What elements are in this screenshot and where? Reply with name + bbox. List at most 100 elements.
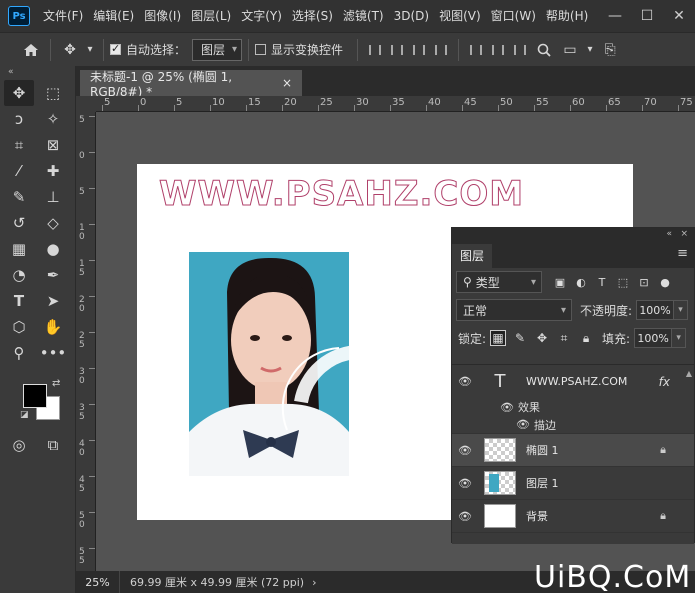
type-tool-icon[interactable]: T [4,288,34,314]
align-center-h-icon[interactable] [386,39,408,61]
align-right-icon[interactable] [408,39,430,61]
gradient-tool-icon[interactable]: ▦ [4,236,34,262]
filter-type-icon[interactable]: T [594,274,610,290]
tab-layers[interactable]: 图层 [452,244,493,268]
share-icon[interactable]: ⎘ [597,37,623,63]
document-tab[interactable]: 未标题-1 @ 25% (椭圆 1, RGB/8#) * × [80,70,302,99]
minimize-button[interactable]: — [599,8,631,24]
menu-type[interactable]: 文字(Y) [236,0,287,32]
foreground-color-swatch[interactable] [23,384,47,408]
filter-pixel-icon[interactable]: ▣ [552,274,568,290]
path-select-tool-icon[interactable]: ➤ [38,288,68,314]
opacity-input[interactable]: 100% [636,300,675,320]
visibility-eye-icon[interactable]: 👁︎ [452,477,478,490]
align-bottom-icon[interactable] [509,39,531,61]
stroke-effect-row[interactable]: 👁︎ 描边 [452,416,694,434]
status-arrow-icon[interactable]: › [312,576,316,589]
filter-adjustment-icon[interactable]: ◐ [573,274,589,290]
zoom-tool-icon[interactable]: ⚲ [4,340,34,366]
show-transform-checkbox[interactable] [255,44,267,55]
layer-row-background[interactable]: 👁︎ 背景 🔒︎ [452,500,694,533]
lock-transparent-icon[interactable]: ▦ [490,330,507,346]
filter-kind-dropdown[interactable]: ⚲ 类型 [456,271,542,293]
menu-filter[interactable]: 滤镜(T) [338,0,389,32]
search-icon[interactable] [531,37,557,63]
effects-row[interactable]: 👁︎ 效果 [452,398,694,416]
filter-smart-object-icon[interactable]: ⊡ [636,274,652,290]
chevron-down-icon[interactable]: ▾ [674,300,689,320]
filter-toggle-icon[interactable]: ● [657,274,673,290]
chevron-down-icon[interactable]: ▾ [83,37,97,63]
stroke-eye-icon[interactable]: 👁︎ [516,418,530,431]
lock-image-icon[interactable]: ✎ [512,330,528,346]
vertical-ruler[interactable]: 5 0 5 1 0 1 5 2 0 2 5 3 0 3 5 4 0 4 5 5 0 5 5 [76,112,96,571]
collapse-panel-icon[interactable]: « [666,229,672,239]
menu-file[interactable]: 文件(F) [38,0,88,32]
close-tab-icon[interactable]: × [282,76,292,90]
menu-view[interactable]: 视图(V) [434,0,486,32]
panel-menu-icon[interactable]: ≡ [677,246,688,261]
auto-select-checkbox[interactable] [110,42,121,55]
pen-tool-icon[interactable]: ✒ [38,262,68,288]
home-icon[interactable] [18,37,44,63]
workspace-icon[interactable]: ▭ [557,37,583,63]
align-middle-icon[interactable] [487,39,509,61]
move-tool-icon[interactable]: ✥ [57,37,83,63]
shape-tool-icon[interactable]: ⬡ [4,314,34,340]
healing-brush-tool-icon[interactable]: ✚ [38,158,68,184]
brush-tool-icon[interactable]: ✎ [4,184,34,210]
blur-tool-icon[interactable]: ● [38,236,68,262]
eyedropper-tool-icon[interactable]: ⁄ [4,158,34,184]
close-button[interactable]: ✕ [663,8,695,24]
swap-colors-icon[interactable]: ⇄ [52,378,60,389]
crop-tool-icon[interactable]: ⌗ [4,132,34,158]
layer-row-pixel[interactable]: 👁︎ 图层 1 [452,467,694,500]
stamp-tool-icon[interactable]: ⊥ [38,184,68,210]
default-colors-icon[interactable]: ◪ [20,410,29,420]
layer-row-ellipse[interactable]: 👁︎ 椭圆 1 🔒︎ [452,434,694,467]
visibility-eye-icon[interactable]: 👁︎ [452,510,478,523]
menu-select[interactable]: 选择(S) [287,0,338,32]
fill-input[interactable]: 100% [634,328,673,348]
dodge-tool-icon[interactable]: ◔ [4,262,34,288]
lock-artboard-icon[interactable]: ⌗ [556,330,572,346]
marquee-tool-icon[interactable]: ⬚ [38,80,68,106]
layer-row-text[interactable]: 👁︎ T WWW.PSAHZ.COM fx ▲ [452,365,694,398]
align-left-icon[interactable] [364,39,386,61]
visibility-eye-icon[interactable]: 👁︎ [452,444,478,457]
move-tool-icon[interactable]: ✥ [4,80,34,106]
frame-tool-icon[interactable]: ⊠ [38,132,68,158]
eraser-tool-icon[interactable]: ◇ [38,210,68,236]
history-brush-tool-icon[interactable]: ↺ [4,210,34,236]
magic-wand-tool-icon[interactable]: ✧ [38,106,68,132]
zoom-level[interactable]: 25% [76,571,120,593]
menu-edit[interactable]: 编辑(E) [88,0,139,32]
chevron-down-icon[interactable]: ▾ [672,328,687,348]
menu-layer[interactable]: 图层(L) [186,0,236,32]
lock-all-icon[interactable]: 🔒︎ [578,330,594,346]
lasso-tool-icon[interactable]: ↄ [4,106,34,132]
horizontal-ruler[interactable]: 5 0 5 10 15 20 25 30 35 40 45 50 55 60 65 70 75 [96,96,695,112]
visibility-eye-icon[interactable]: 👁︎ [452,375,478,388]
lock-position-icon[interactable]: ✥ [534,330,550,346]
menu-3d[interactable]: 3D(D) [389,0,434,32]
maximize-button[interactable]: ☐ [631,8,663,24]
effects-eye-icon[interactable]: 👁︎ [500,401,514,414]
fx-icon[interactable]: fx [659,375,670,389]
more-tools-icon[interactable]: ••• [38,340,68,366]
distribute-h-icon[interactable] [430,39,452,61]
hand-tool-icon[interactable]: ✋ [38,314,68,340]
menu-window[interactable]: 窗口(W) [486,0,541,32]
menu-image[interactable]: 图像(I) [139,0,186,32]
blend-mode-dropdown[interactable]: 正常 [456,299,572,321]
menu-help[interactable]: 帮助(H) [541,0,593,32]
chevron-down-icon[interactable]: ▾ [583,37,597,63]
close-panel-icon[interactable]: × [680,228,688,240]
collapse-icon[interactable]: « [0,66,75,78]
screen-mode-icon[interactable]: ⧉ [38,432,68,458]
scroll-up-icon[interactable]: ▲ [686,369,692,378]
quick-mask-icon[interactable]: ◎ [4,432,34,458]
filter-shape-icon[interactable]: ⬚ [615,274,631,290]
auto-select-dropdown[interactable]: 图层 [192,38,243,61]
align-top-icon[interactable] [465,39,487,61]
